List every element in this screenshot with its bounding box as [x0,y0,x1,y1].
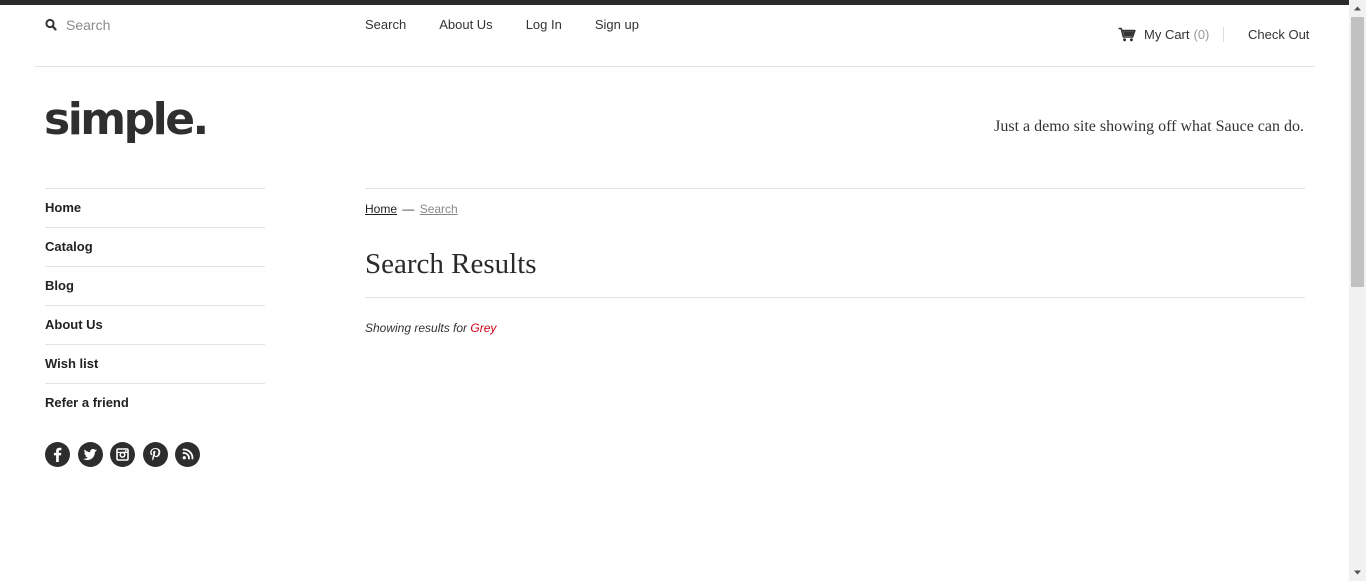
search-input[interactable] [66,17,266,33]
content-top-divider [365,188,1305,189]
header-search [45,17,266,33]
sidebar-item-refer-a-friend[interactable]: Refer a friend [45,383,265,422]
instagram-icon[interactable] [110,442,135,467]
vertical-scrollbar[interactable] [1349,0,1366,581]
cart-label: My Cart [1144,27,1190,42]
search-icon[interactable] [45,18,57,32]
cart-divider [1223,27,1224,42]
page-title: Search Results [365,248,537,280]
sidebar-nav: Home Catalog Blog About Us Wish list Ref… [45,188,265,422]
facebook-icon[interactable] [45,442,70,467]
breadcrumb-home-link[interactable]: Home [365,202,397,216]
top-nav: Search About Us Log In Sign up [365,17,672,32]
title-divider [365,297,1305,298]
scroll-up-arrow-icon[interactable] [1349,0,1366,17]
sidebar-item-home[interactable]: Home [45,188,265,227]
sidebar-item-blog[interactable]: Blog [45,266,265,305]
header-divider [35,66,1315,67]
breadcrumb-current-link[interactable]: Search [420,202,458,216]
sidebar-item-catalog[interactable]: Catalog [45,227,265,266]
results-term: Grey [470,321,497,335]
pinterest-icon[interactable] [142,442,168,467]
sidebar-item-about-us[interactable]: About Us [45,305,265,344]
site-logo[interactable]: simple. [44,94,209,145]
results-summary: Showing results for Grey [365,321,496,335]
checkout-link[interactable]: Check Out [1248,27,1309,42]
breadcrumb: Home — Search [365,202,458,216]
top-nav-search-link[interactable]: Search [365,17,406,32]
twitter-icon[interactable] [77,442,103,467]
top-nav-about-link[interactable]: About Us [439,17,492,32]
top-nav-signup-link[interactable]: Sign up [595,17,639,32]
results-prefix: Showing results for [365,321,468,335]
top-accent-bar [0,0,1349,5]
scroll-down-arrow-icon[interactable] [1349,564,1366,581]
social-links [45,442,208,467]
breadcrumb-separator: — [402,202,415,216]
site-tagline: Just a demo site showing off what Sauce … [994,118,1304,135]
rss-icon[interactable] [175,442,200,467]
cart-icon [1118,27,1136,42]
cart-count: (0) [1193,27,1210,42]
top-nav-login-link[interactable]: Log In [526,17,562,32]
cart-link[interactable]: My Cart (0) [1118,27,1209,42]
scrollbar-thumb[interactable] [1351,17,1364,287]
sidebar-item-wish-list[interactable]: Wish list [45,344,265,383]
